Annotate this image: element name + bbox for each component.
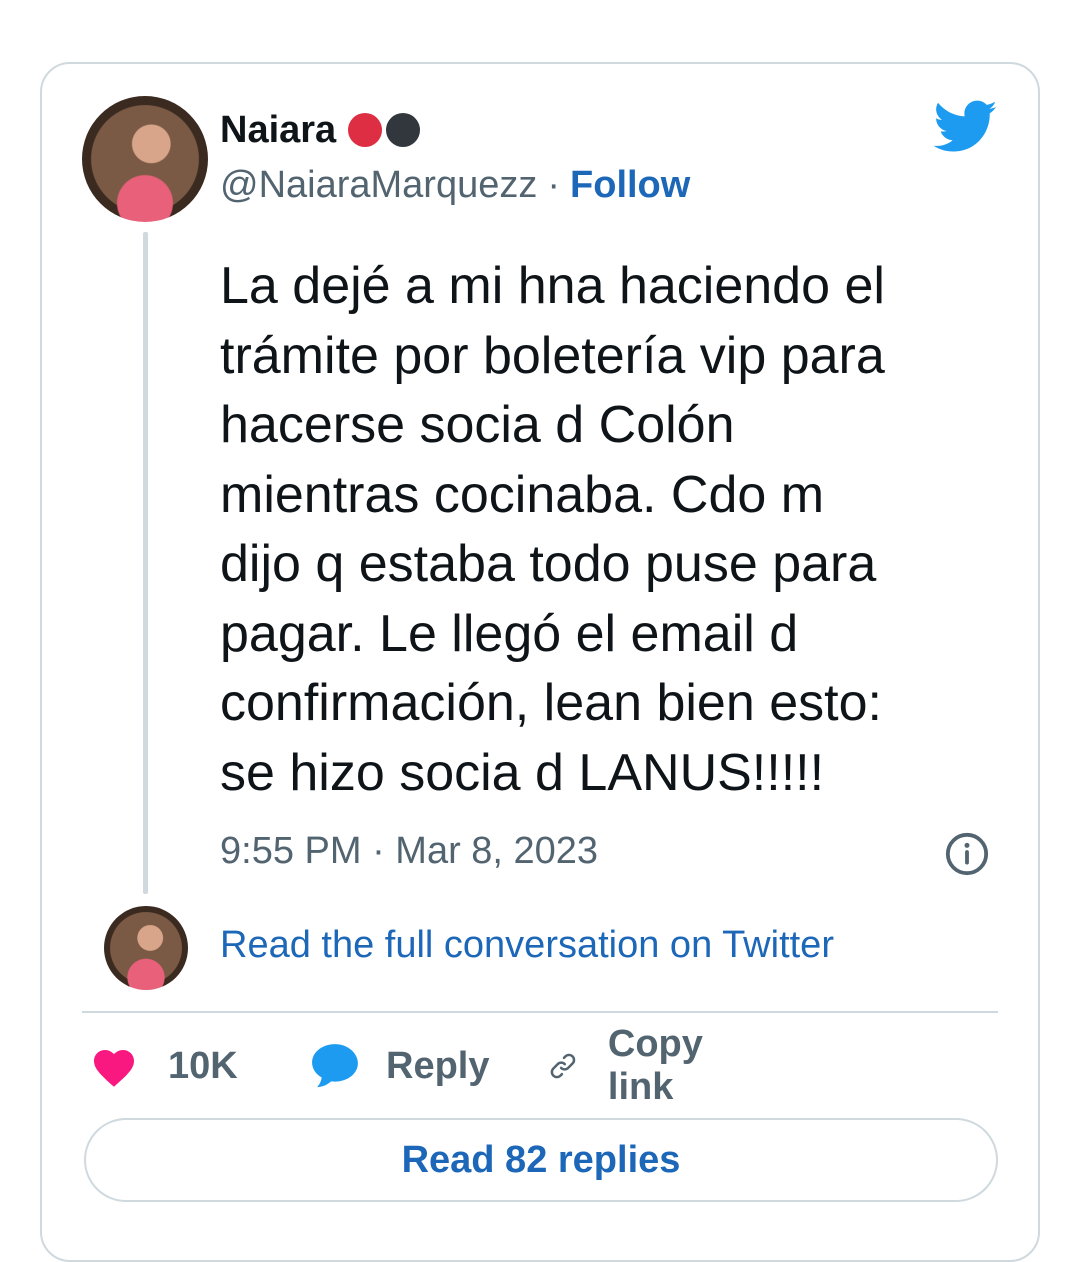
divider bbox=[82, 1011, 998, 1013]
tweet-text: La dejé a mi hna haciendo el trámite por… bbox=[220, 257, 885, 802]
follow-button[interactable]: Follow bbox=[570, 164, 690, 207]
copy-link-label: Copy link bbox=[607, 1023, 703, 1108]
thread-line bbox=[143, 232, 148, 894]
reply-label: Reply bbox=[386, 1044, 490, 1087]
info-icon[interactable] bbox=[944, 831, 990, 877]
link-icon bbox=[550, 1053, 576, 1079]
conversation-avatar[interactable] bbox=[104, 906, 188, 990]
read-full-conversation-link[interactable]: Read the full conversation on Twitter bbox=[220, 924, 834, 967]
red-circle-icon bbox=[348, 113, 383, 147]
like-button[interactable]: 10K bbox=[90, 1038, 238, 1094]
like-count: 10K bbox=[168, 1044, 238, 1087]
author-handle-row: @NaiaraMarquezz · Follow bbox=[220, 164, 690, 207]
read-replies-button[interactable]: Read 82 replies bbox=[84, 1118, 998, 1202]
heart-icon bbox=[94, 1050, 134, 1087]
author-handle[interactable]: @NaiaraMarquezz bbox=[220, 164, 537, 207]
tweet-timestamp[interactable]: 9:55 PM · Mar 8, 2023 bbox=[220, 830, 598, 873]
separator: · bbox=[547, 164, 561, 206]
author-avatar[interactable] bbox=[82, 96, 208, 222]
author-name[interactable]: Naiara bbox=[220, 109, 336, 152]
author-name-row: Naiara bbox=[220, 104, 421, 156]
twitter-bird-icon[interactable] bbox=[934, 100, 998, 154]
speech-bubble-icon bbox=[312, 1044, 358, 1088]
reply-button[interactable]: Reply bbox=[310, 1038, 489, 1094]
black-circle-icon bbox=[386, 113, 421, 147]
copy-link-button[interactable]: Copy link bbox=[548, 1023, 719, 1108]
